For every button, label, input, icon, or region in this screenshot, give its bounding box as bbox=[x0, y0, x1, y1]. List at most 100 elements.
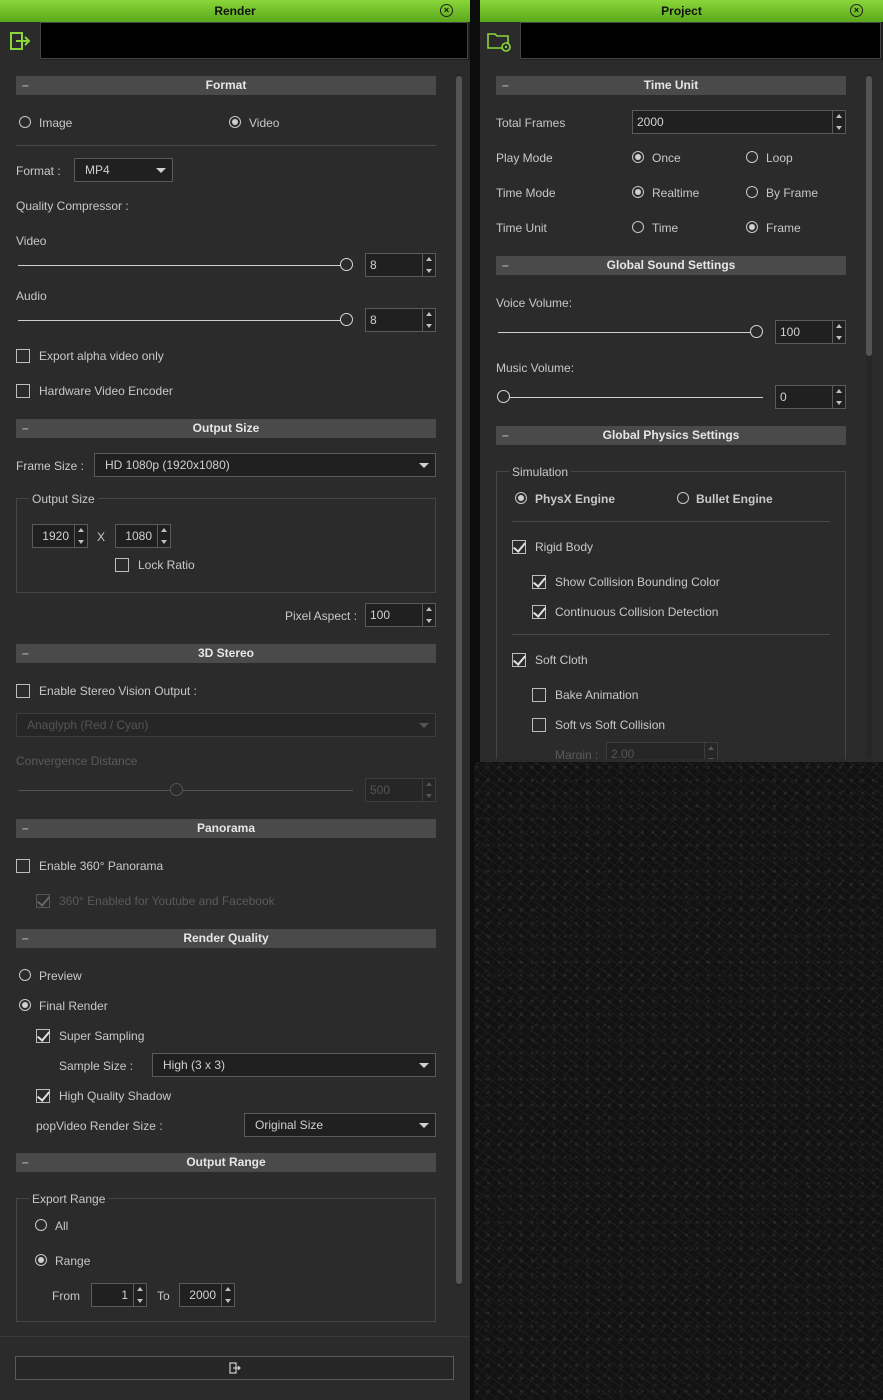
project-scrollbar-thumb[interactable] bbox=[866, 76, 872, 356]
voice-volume-value: 100 bbox=[780, 325, 801, 339]
total-frames-label: Total Frames bbox=[496, 116, 566, 130]
render-tab[interactable] bbox=[0, 22, 40, 60]
time-unit-section-header[interactable]: – Time Unit bbox=[496, 76, 846, 95]
sound-section-header[interactable]: – Global Sound Settings bbox=[496, 256, 846, 275]
spinner-arrows-icon[interactable] bbox=[422, 309, 435, 331]
rigid-body-checkbox[interactable] bbox=[512, 540, 526, 554]
stereo-enable-checkbox[interactable] bbox=[16, 684, 30, 698]
realtime-radio[interactable] bbox=[632, 186, 644, 198]
voice-volume-input[interactable]: 100 bbox=[775, 320, 846, 344]
bullet-radio[interactable] bbox=[677, 492, 689, 504]
audio-quality-input[interactable]: 8 bbox=[365, 308, 436, 332]
unit-frame-label: Frame bbox=[766, 221, 801, 235]
spinner-arrows-icon[interactable] bbox=[832, 386, 845, 408]
soft-cloth-checkbox[interactable] bbox=[512, 653, 526, 667]
unit-time-radio[interactable] bbox=[632, 221, 644, 233]
physics-section-header[interactable]: – Global Physics Settings bbox=[496, 426, 846, 445]
video-radio[interactable] bbox=[229, 116, 241, 128]
convergence-track[interactable] bbox=[18, 790, 353, 791]
spinner-arrows-icon[interactable] bbox=[832, 111, 845, 133]
width-input[interactable]: 1920 bbox=[32, 524, 88, 548]
play-once-radio[interactable] bbox=[632, 151, 644, 163]
chevron-down-icon bbox=[419, 1123, 429, 1128]
video-quality-track[interactable] bbox=[18, 265, 348, 266]
convergence-input[interactable]: 500 bbox=[365, 778, 436, 802]
close-icon[interactable]: × bbox=[850, 4, 863, 17]
quality-compressor-label: Quality Compressor : bbox=[16, 199, 129, 213]
panorama-enable-checkbox[interactable] bbox=[16, 859, 30, 873]
music-volume-slider-handle[interactable] bbox=[497, 390, 510, 403]
spinner-arrows-icon[interactable] bbox=[74, 525, 87, 547]
spinner-arrows-icon[interactable] bbox=[422, 604, 435, 626]
frame-size-value: HD 1080p (1920x1080) bbox=[105, 458, 230, 472]
output-range-section-header[interactable]: – Output Range bbox=[16, 1153, 436, 1172]
render-scrollbar-thumb[interactable] bbox=[456, 76, 462, 1284]
spinner-arrows-icon[interactable] bbox=[133, 1284, 146, 1306]
music-volume-input[interactable]: 0 bbox=[775, 385, 846, 409]
output-range-header-text: Output Range bbox=[186, 1155, 266, 1169]
by-frame-radio[interactable] bbox=[746, 186, 758, 198]
preview-radio[interactable] bbox=[19, 969, 31, 981]
spinner-arrows-icon[interactable] bbox=[221, 1284, 234, 1306]
export-range-group-title: Export Range bbox=[29, 1192, 109, 1206]
by-frame-label: By Frame bbox=[766, 186, 819, 200]
show-collision-checkbox[interactable] bbox=[532, 575, 546, 589]
unit-frame-radio[interactable] bbox=[746, 221, 758, 233]
audio-quality-track[interactable] bbox=[18, 320, 348, 321]
youtube-360-checkbox[interactable] bbox=[36, 894, 50, 908]
render-titlebar[interactable]: Render × bbox=[0, 0, 470, 22]
output-size-section-header[interactable]: – Output Size bbox=[16, 419, 436, 438]
stereo-mode-dropdown[interactable]: Anaglyph (Red / Cyan) bbox=[16, 713, 436, 737]
music-volume-track[interactable] bbox=[498, 397, 763, 398]
spinner-arrows-icon[interactable] bbox=[832, 321, 845, 343]
height-input[interactable]: 1080 bbox=[115, 524, 171, 548]
render-export-button[interactable] bbox=[15, 1356, 454, 1380]
format-dropdown[interactable]: MP4 bbox=[74, 158, 173, 182]
play-loop-radio[interactable] bbox=[746, 151, 758, 163]
soft-cloth-label: Soft Cloth bbox=[535, 653, 588, 667]
spinner-arrows-icon[interactable] bbox=[422, 254, 435, 276]
preview-label: Preview bbox=[39, 969, 82, 983]
frame-size-dropdown[interactable]: HD 1080p (1920x1080) bbox=[94, 453, 436, 477]
popvideo-dropdown[interactable]: Original Size bbox=[244, 1113, 436, 1137]
image-radio[interactable] bbox=[19, 116, 31, 128]
render-quality-section-header[interactable]: – Render Quality bbox=[16, 929, 436, 948]
pixel-aspect-input[interactable]: 100 bbox=[365, 603, 436, 627]
spinner-arrows-icon[interactable] bbox=[157, 525, 170, 547]
voice-volume-slider-handle[interactable] bbox=[750, 325, 763, 338]
range-range-radio[interactable] bbox=[35, 1254, 47, 1266]
video-quality-input[interactable]: 8 bbox=[365, 253, 436, 277]
bake-animation-checkbox[interactable] bbox=[532, 688, 546, 702]
from-input[interactable]: 1 bbox=[91, 1283, 147, 1307]
soft-vs-soft-checkbox[interactable] bbox=[532, 718, 546, 732]
final-render-radio[interactable] bbox=[19, 999, 31, 1011]
spinner-arrows-icon[interactable] bbox=[422, 779, 435, 801]
hardware-encoder-checkbox[interactable] bbox=[16, 384, 30, 398]
close-icon[interactable]: × bbox=[440, 4, 453, 17]
total-frames-input[interactable]: 2000 bbox=[632, 110, 846, 134]
hq-shadow-checkbox[interactable] bbox=[36, 1089, 50, 1103]
project-tab[interactable] bbox=[480, 22, 520, 60]
stereo-section-header[interactable]: –3D Stereo bbox=[16, 644, 436, 663]
output-size-header-text: Output Size bbox=[192, 421, 260, 435]
music-volume-value: 0 bbox=[780, 390, 787, 404]
to-input[interactable]: 2000 bbox=[179, 1283, 235, 1307]
export-alpha-checkbox[interactable] bbox=[16, 349, 30, 363]
sample-size-dropdown[interactable]: High (3 x 3) bbox=[152, 1053, 436, 1077]
play-mode-label: Play Mode bbox=[496, 151, 553, 165]
format-section-header[interactable]: – Format bbox=[16, 76, 436, 95]
audio-quality-value: 8 bbox=[370, 313, 377, 327]
continuous-collision-checkbox[interactable] bbox=[532, 605, 546, 619]
audio-quality-slider-handle[interactable] bbox=[340, 313, 353, 326]
convergence-slider-handle[interactable] bbox=[170, 783, 183, 796]
panorama-section-header[interactable]: – Panorama bbox=[16, 819, 436, 838]
voice-volume-track[interactable] bbox=[498, 332, 763, 333]
range-all-radio[interactable] bbox=[35, 1219, 47, 1231]
convergence-value: 500 bbox=[370, 783, 391, 797]
video-quality-slider-handle[interactable] bbox=[340, 258, 353, 271]
physx-radio[interactable] bbox=[515, 492, 527, 504]
export-alpha-label: Export alpha video only bbox=[39, 349, 164, 363]
lock-ratio-checkbox[interactable] bbox=[115, 558, 129, 572]
super-sampling-checkbox[interactable] bbox=[36, 1029, 50, 1043]
project-titlebar[interactable]: Project × bbox=[480, 0, 883, 22]
